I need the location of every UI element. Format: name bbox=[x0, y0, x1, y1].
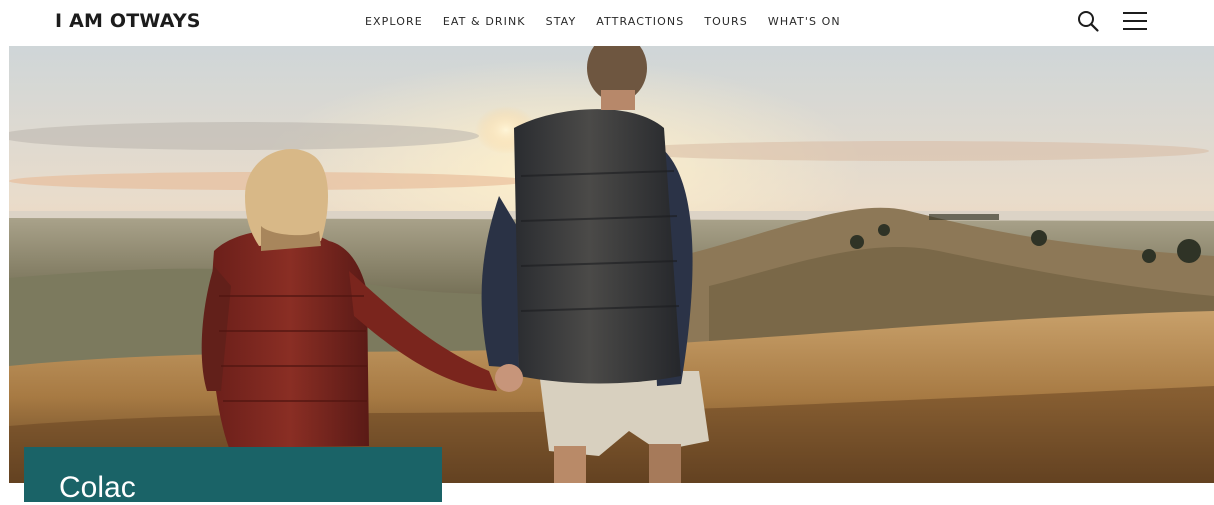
nav-item-tours[interactable]: TOURS bbox=[704, 15, 748, 29]
search-button[interactable] bbox=[1076, 9, 1100, 33]
search-icon bbox=[1078, 11, 1099, 32]
hero-photo bbox=[9, 46, 1214, 483]
nav-item-eat-drink[interactable]: EAT & DRINK bbox=[443, 15, 526, 29]
site-header: I AM OTWAYS EXPLORE EAT & DRINK STAY ATT… bbox=[0, 0, 1214, 46]
main-nav: EXPLORE EAT & DRINK STAY ATTRACTIONS TOU… bbox=[365, 15, 861, 29]
page-title: Colac bbox=[59, 471, 136, 504]
nav-item-whats-on[interactable]: WHAT'S ON bbox=[768, 15, 841, 29]
nav-item-explore[interactable]: EXPLORE bbox=[365, 15, 423, 29]
site-logo[interactable]: I AM OTWAYS bbox=[55, 9, 201, 33]
menu-button[interactable] bbox=[1122, 10, 1148, 32]
nav-item-attractions[interactable]: ATTRACTIONS bbox=[596, 15, 684, 29]
nav-item-stay[interactable]: STAY bbox=[546, 15, 577, 29]
hero-image bbox=[9, 46, 1214, 483]
destination-title-card: Colac bbox=[24, 447, 442, 504]
hamburger-menu-icon bbox=[1123, 12, 1147, 30]
